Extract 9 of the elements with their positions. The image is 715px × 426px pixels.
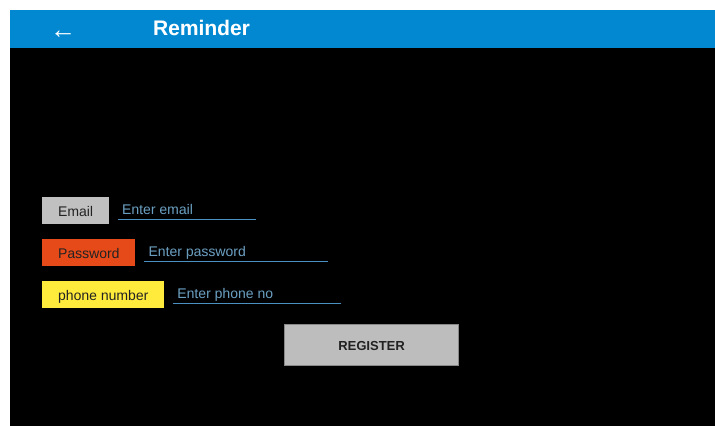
back-button[interactable]: ←	[50, 16, 76, 42]
field-label: Email	[42, 197, 110, 224]
field-label: phone number	[42, 281, 164, 308]
input-field[interactable]: Enter password	[144, 243, 328, 262]
field-label: Password	[42, 239, 136, 266]
input-field[interactable]: Enter email	[118, 201, 256, 220]
app-title: Reminder	[153, 17, 250, 41]
register-button[interactable]: REGISTER	[284, 324, 459, 366]
input-field[interactable]: Enter phone no	[173, 285, 342, 304]
